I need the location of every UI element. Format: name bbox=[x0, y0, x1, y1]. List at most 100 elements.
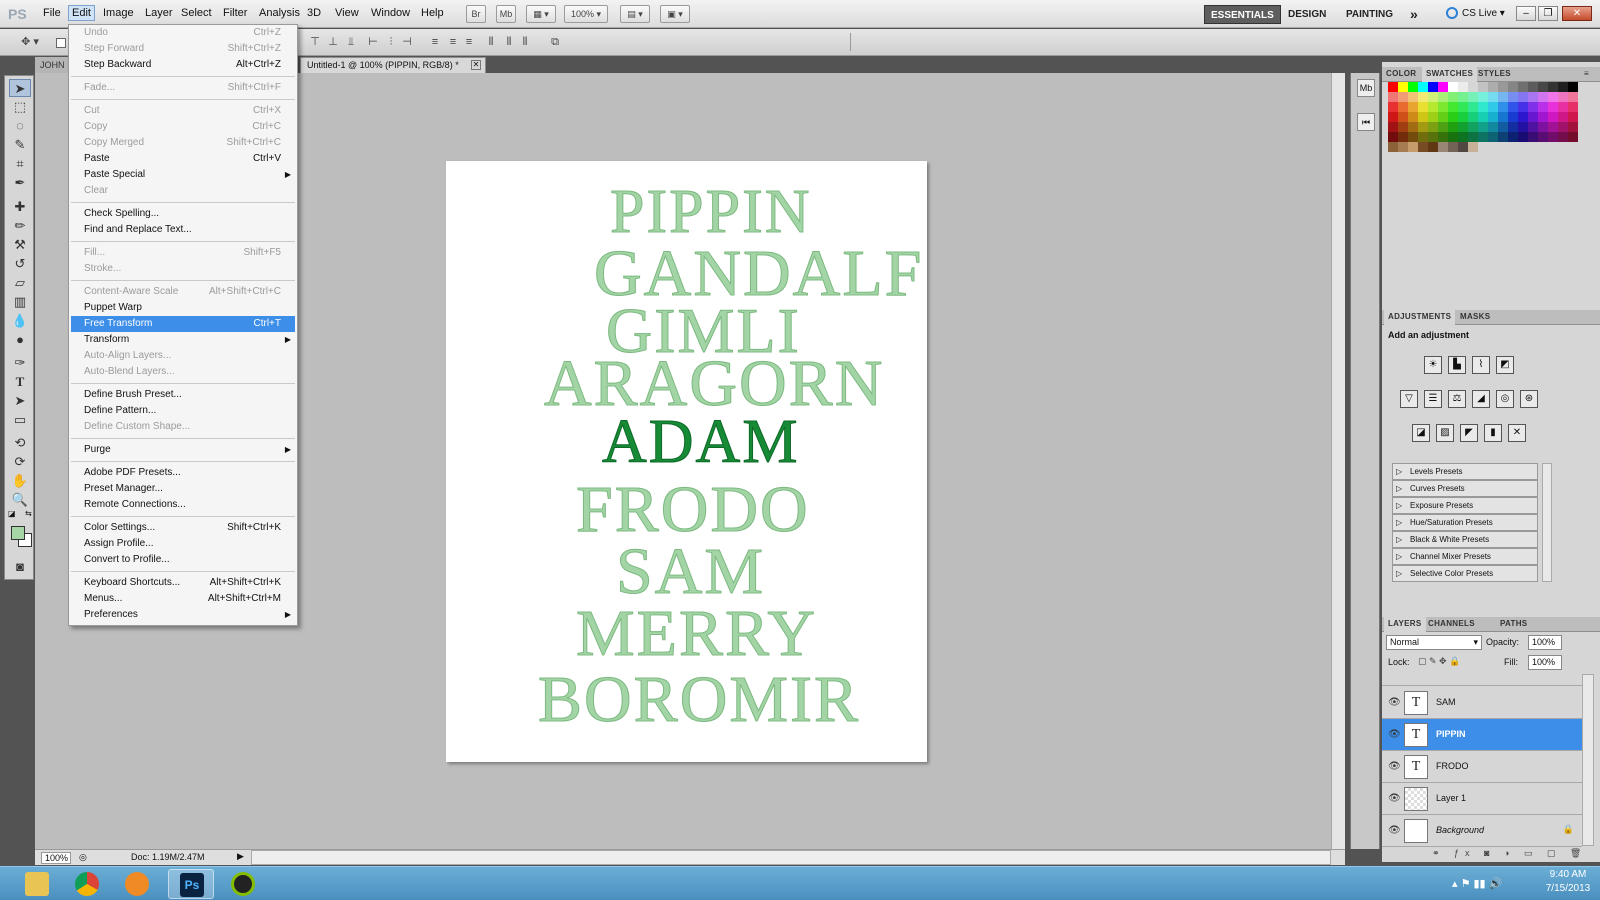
menu-item-free-transform[interactable]: Free Transform Ctrl+T bbox=[71, 316, 295, 332]
menu-item-paste[interactable]: Paste Ctrl+V bbox=[71, 151, 295, 167]
swatch[interactable] bbox=[1508, 82, 1518, 92]
quick-selection-tool-icon[interactable]: ✎ bbox=[9, 136, 31, 154]
swatch[interactable] bbox=[1448, 82, 1458, 92]
swatch[interactable] bbox=[1528, 82, 1538, 92]
tab-adjustments[interactable]: ADJUSTMENTS bbox=[1384, 310, 1456, 325]
swatch[interactable] bbox=[1488, 132, 1498, 142]
preset-selective-color[interactable]: Selective Color Presets bbox=[1392, 565, 1538, 582]
swatch[interactable] bbox=[1518, 122, 1528, 132]
path-selection-tool-icon[interactable]: ➤ bbox=[9, 392, 31, 410]
layer-row[interactable]: 👁 Layer 1 bbox=[1382, 783, 1582, 815]
swatch[interactable] bbox=[1428, 102, 1438, 112]
canvas-vertical-scrollbar[interactable] bbox=[1331, 73, 1345, 849]
menu-item-step-backward[interactable]: Step Backward Alt+Ctrl+Z bbox=[71, 57, 295, 73]
swatch[interactable] bbox=[1518, 92, 1528, 102]
swatch[interactable] bbox=[1488, 112, 1498, 122]
taskbar-photoshop[interactable]: Ps bbox=[168, 869, 214, 899]
distribute-hcenter-icon[interactable]: ⦀ bbox=[502, 35, 516, 49]
selective-color-icon[interactable]: ✕ bbox=[1508, 424, 1526, 442]
menu-item-keyboard-shortcuts[interactable]: Keyboard Shortcuts... Alt+Shift+Ctrl+K bbox=[71, 575, 295, 591]
swatch[interactable] bbox=[1418, 92, 1428, 102]
status-zoom-field[interactable]: 100% bbox=[41, 852, 71, 864]
swatch[interactable] bbox=[1428, 122, 1438, 132]
restore-button[interactable]: ❐ bbox=[1538, 6, 1558, 21]
gradient-map-icon[interactable]: ▮ bbox=[1484, 424, 1502, 442]
swatch[interactable] bbox=[1398, 82, 1408, 92]
swatch[interactable] bbox=[1558, 132, 1568, 142]
tab-layers[interactable]: LAYERS bbox=[1384, 617, 1426, 632]
swatch[interactable] bbox=[1478, 132, 1488, 142]
invert-icon[interactable]: ◪ bbox=[1412, 424, 1430, 442]
swatch[interactable] bbox=[1418, 102, 1428, 112]
zoom-level-select[interactable]: 100% ▾ bbox=[564, 5, 608, 23]
menu-item-cut[interactable]: Cut Ctrl+X bbox=[71, 103, 295, 119]
swatch[interactable] bbox=[1488, 92, 1498, 102]
swatch[interactable] bbox=[1558, 122, 1568, 132]
menu-item-assign-profile[interactable]: Assign Profile... bbox=[71, 536, 295, 552]
distribute-top-icon[interactable]: ≡ bbox=[428, 35, 442, 49]
swatch[interactable] bbox=[1458, 132, 1468, 142]
swatch[interactable] bbox=[1568, 102, 1578, 112]
taskbar-spotify[interactable] bbox=[220, 869, 266, 899]
preset-exposure[interactable]: Exposure Presets bbox=[1392, 497, 1538, 514]
swatch[interactable] bbox=[1568, 82, 1578, 92]
tray-icons[interactable]: ▴ ⚑ ▮▮ 🔊 bbox=[1452, 877, 1502, 890]
swatch[interactable] bbox=[1488, 102, 1498, 112]
move-tool-preset-icon[interactable]: ✥ ▾ bbox=[16, 35, 44, 49]
swatch[interactable] bbox=[1408, 142, 1418, 152]
swatch[interactable] bbox=[1458, 142, 1468, 152]
swatch[interactable] bbox=[1468, 132, 1478, 142]
close-tab-icon[interactable]: ✕ bbox=[471, 60, 481, 70]
swatch[interactable] bbox=[1498, 132, 1508, 142]
layer-row-selected[interactable]: 👁 T PIPPIN bbox=[1382, 719, 1582, 751]
align-left-icon[interactable]: ⊢ bbox=[366, 35, 380, 49]
swatch[interactable] bbox=[1468, 92, 1478, 102]
swatch[interactable] bbox=[1458, 122, 1468, 132]
text-layer-boromir[interactable]: BOROMIR bbox=[537, 666, 860, 733]
swatch[interactable] bbox=[1448, 112, 1458, 122]
menu-item-undo[interactable]: Undo Ctrl+Z bbox=[71, 25, 295, 41]
swatch[interactable] bbox=[1468, 112, 1478, 122]
swatch[interactable] bbox=[1548, 82, 1558, 92]
fill-field[interactable]: 100% bbox=[1528, 655, 1562, 670]
gradient-tool-icon[interactable]: ▥ bbox=[9, 293, 31, 311]
swatch[interactable] bbox=[1548, 102, 1558, 112]
layer-actions-icons[interactable]: ⚭ ƒx ◙ ◑ ▭ ▢ 🗑 bbox=[1432, 848, 1587, 859]
swatch[interactable] bbox=[1408, 82, 1418, 92]
swatch[interactable] bbox=[1418, 82, 1428, 92]
menu-item-auto-align[interactable]: Auto-Align Layers... bbox=[71, 348, 295, 364]
menu-item-transform[interactable]: Transform ▶ bbox=[71, 332, 295, 348]
menu-image[interactable]: Image bbox=[100, 7, 137, 19]
align-bottom-icon[interactable]: ⫫ bbox=[344, 35, 358, 49]
shape-tool-icon[interactable]: ▭ bbox=[9, 411, 31, 429]
preset-hue-saturation[interactable]: Hue/Saturation Presets bbox=[1392, 514, 1538, 531]
taskbar-explorer[interactable] bbox=[14, 869, 60, 899]
swatch[interactable] bbox=[1528, 112, 1538, 122]
swatch[interactable] bbox=[1438, 82, 1448, 92]
more-workspaces-button[interactable]: » bbox=[1404, 5, 1424, 24]
menu-item-define-custom-shape[interactable]: Define Custom Shape... bbox=[71, 419, 295, 435]
swatch[interactable] bbox=[1438, 142, 1448, 152]
3d-rotate-tool-icon[interactable]: ⟲ bbox=[9, 434, 31, 452]
menu-item-pdf-presets[interactable]: Adobe PDF Presets... bbox=[71, 465, 295, 481]
eye-icon[interactable]: 👁 bbox=[1388, 761, 1401, 772]
swatch[interactable] bbox=[1538, 122, 1548, 132]
layer-row[interactable]: 👁 T SAM bbox=[1382, 687, 1582, 719]
brush-tool-icon[interactable]: ✏ bbox=[9, 217, 31, 235]
swatch[interactable] bbox=[1498, 92, 1508, 102]
status-menu-arrow-icon[interactable]: ▶ bbox=[237, 851, 244, 862]
menu-item-remote-connections[interactable]: Remote Connections... bbox=[71, 497, 295, 513]
swatch[interactable] bbox=[1398, 92, 1408, 102]
history-panel-icon[interactable]: ⏮ bbox=[1357, 113, 1375, 131]
swatch[interactable] bbox=[1408, 102, 1418, 112]
taskbar-mail[interactable] bbox=[114, 869, 160, 899]
mini-bridge-button[interactable]: Mb bbox=[496, 5, 516, 23]
distribute-bottom-icon[interactable]: ≡ bbox=[462, 35, 476, 49]
menu-item-content-aware-scale[interactable]: Content-Aware Scale Alt+Shift+Ctrl+C bbox=[71, 284, 295, 300]
swatch[interactable] bbox=[1438, 102, 1448, 112]
swatch[interactable] bbox=[1448, 122, 1458, 132]
levels-icon[interactable]: ▙ bbox=[1448, 356, 1466, 374]
3d-orbit-tool-icon[interactable]: ⟳ bbox=[9, 453, 31, 471]
swatch[interactable] bbox=[1538, 112, 1548, 122]
color-balance-icon[interactable]: ⚖ bbox=[1448, 390, 1466, 408]
